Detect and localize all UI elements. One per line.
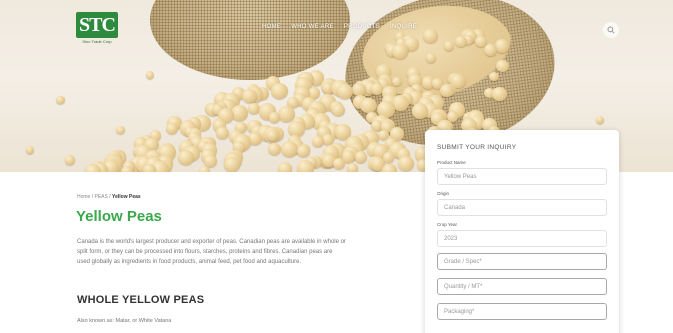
packaging-input[interactable]: Packaging* (437, 303, 607, 320)
pea (268, 143, 282, 156)
pea (382, 163, 397, 172)
pea (426, 53, 437, 63)
pea (398, 156, 414, 172)
logo-caption: Sino Trade Corp (82, 39, 112, 44)
pea (280, 140, 299, 158)
pea (26, 146, 34, 154)
pea (178, 150, 195, 166)
pea (146, 71, 154, 79)
pea (65, 155, 75, 165)
grade-spec-input[interactable]: Grade / Spec* (437, 253, 607, 270)
pea (411, 102, 429, 119)
breadcrumb-current: Yellow Peas (112, 194, 141, 200)
intro-paragraph: Canada is the world's largest producer a… (77, 239, 346, 265)
pea (496, 60, 509, 72)
product-name-label: Product Name (437, 160, 466, 165)
pea (55, 95, 65, 104)
search-icon (607, 26, 615, 34)
pea (332, 158, 345, 170)
pea (492, 87, 507, 101)
search-button[interactable] (603, 22, 619, 38)
pea (277, 162, 293, 172)
crop-year-label: Crop Year (437, 222, 458, 227)
also-known-as-text: Also known as: Matar, or White Vatana (77, 318, 172, 324)
nav-item-inquire[interactable]: Inquire (390, 24, 417, 30)
breadcrumb-home[interactable]: Home (77, 194, 90, 200)
pea (241, 88, 258, 104)
pea (120, 165, 133, 172)
pea (495, 39, 509, 53)
pea (360, 97, 377, 114)
pea (332, 103, 345, 116)
pea (454, 35, 467, 48)
pea (596, 116, 604, 124)
pea (84, 163, 101, 172)
pea (198, 165, 210, 172)
pea (443, 40, 455, 51)
breadcrumb-peas[interactable]: PEAS (95, 194, 108, 200)
nav-item-home[interactable]: Home (262, 24, 281, 30)
inquiry-form: SUBMIT YOUR INQUIRY Product Name Yellow … (425, 130, 619, 333)
pea (354, 151, 367, 163)
pea (392, 43, 408, 59)
pea (216, 127, 229, 140)
page-title: Yellow Peas (76, 208, 162, 225)
pea (271, 82, 289, 100)
pea (347, 163, 359, 172)
breadcrumb: Home / PEAS / Yellow Peas (77, 194, 141, 200)
pea (297, 145, 310, 158)
breadcrumb-separator: / (109, 194, 111, 200)
pea (422, 28, 438, 44)
product-name-field[interactable]: Yellow Peas (437, 168, 607, 185)
section-title: WHOLE YELLOW PEAS (77, 294, 205, 306)
crop-year-field[interactable]: 2023 (437, 230, 607, 247)
pea (296, 159, 314, 172)
pea (312, 135, 324, 147)
origin-field[interactable]: Canada (437, 199, 607, 216)
pea (166, 122, 178, 134)
nav-item-who-we-are[interactable]: Who We Are (291, 24, 334, 30)
logo-mark: STC (76, 12, 118, 38)
pea (115, 125, 125, 134)
nav-item-products[interactable]: Products (344, 24, 380, 30)
quantity-input[interactable]: Quantity / MT* (437, 278, 607, 295)
breadcrumb-separator: / (91, 194, 94, 200)
pea (143, 164, 156, 172)
origin-label: Origin (437, 191, 450, 196)
burlap-sack-left (150, 0, 350, 80)
site-logo[interactable]: STC Sino Trade Corp (76, 12, 118, 46)
inquiry-title: SUBMIT YOUR INQUIRY (437, 144, 517, 151)
pea (224, 156, 240, 172)
main-navigation: Home Who We Are Products Inquire (262, 24, 417, 30)
pea (484, 43, 497, 56)
pea (268, 112, 280, 123)
